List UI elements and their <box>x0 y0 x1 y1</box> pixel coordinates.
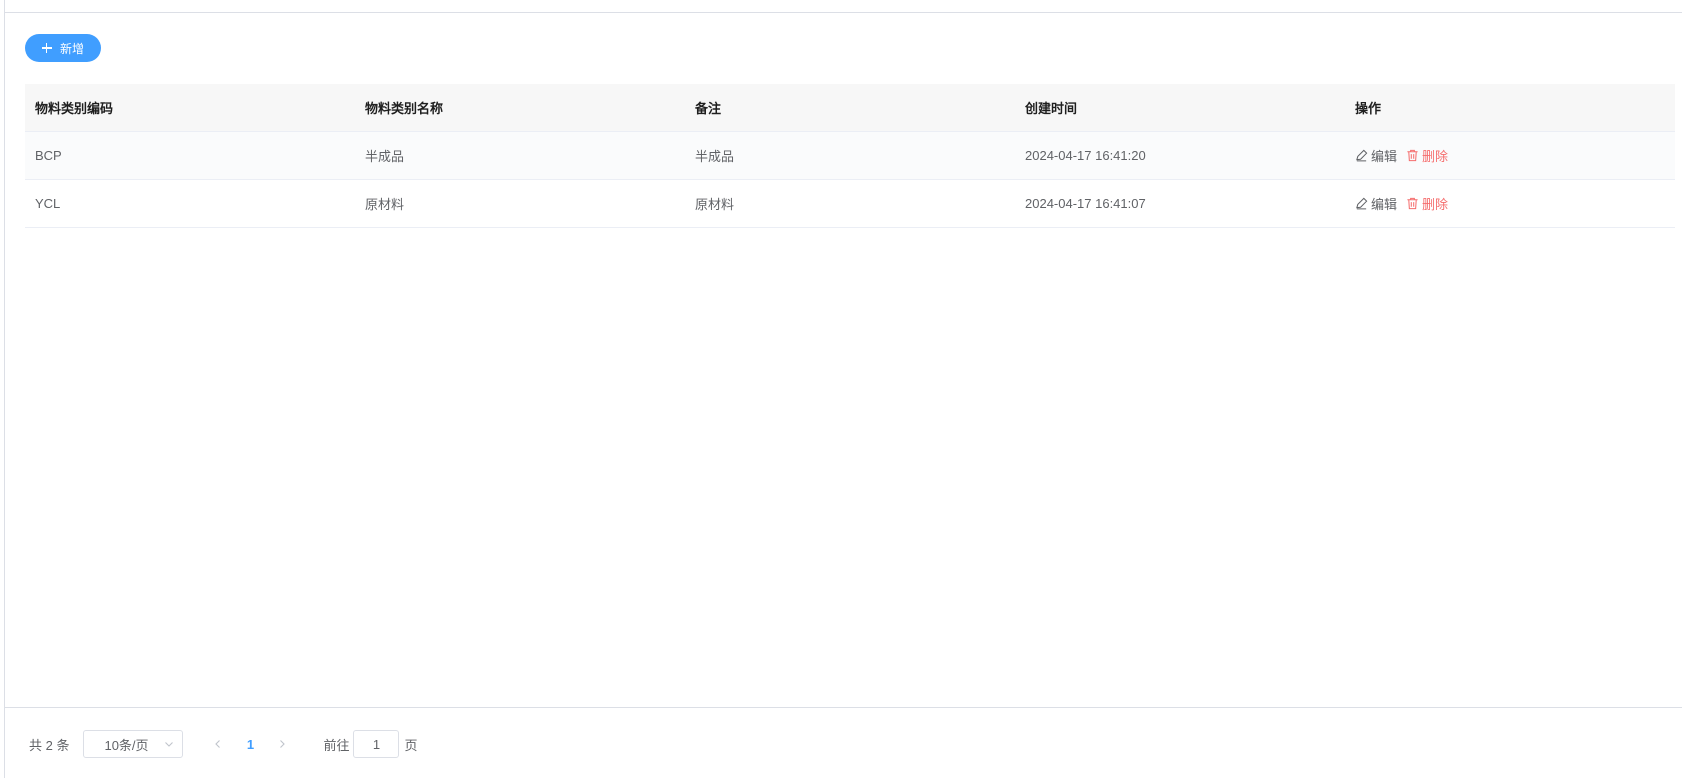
edit-label: 编辑 <box>1371 197 1398 212</box>
cell-remark: 原材料 <box>695 197 735 212</box>
goto-prefix: 前往 <box>323 737 350 753</box>
cell-created: 2024-04-17 16:41:07 <box>1025 196 1146 211</box>
cell-created: 2024-04-17 16:41:20 <box>1025 148 1146 163</box>
material-category-table: 物料类别编码 物料类别名称 备注 创建时间 操作 BCP 半成品 半成品 202… <box>25 84 1675 228</box>
table-row: BCP 半成品 半成品 2024-04-17 16:41:20 编辑 删除 <box>25 132 1675 180</box>
cell-name: 半成品 <box>365 149 405 164</box>
table-header: 物料类别编码 物料类别名称 备注 创建时间 操作 <box>25 84 1675 132</box>
delete-label: 删除 <box>1422 197 1449 212</box>
delete-icon <box>1407 149 1418 162</box>
page: 新增 物料类别编码 物料类别名称 备注 创建时间 操作 BCP 半成品 半成品 … <box>0 0 1682 778</box>
toolbar: 新增 <box>25 34 101 62</box>
add-button-label: 新增 <box>59 41 84 56</box>
cell-name: 原材料 <box>365 197 405 212</box>
edit-label: 编辑 <box>1371 149 1398 164</box>
pagination: 共 2 条 10条/页 1 前往 页 <box>29 730 418 758</box>
prev-page-button[interactable] <box>205 730 231 758</box>
cell-remark: 半成品 <box>695 149 735 164</box>
plus-icon <box>41 43 52 53</box>
page-size-value: 10条/页 <box>104 737 149 753</box>
edit-icon <box>1356 197 1368 210</box>
add-button[interactable]: 新增 <box>25 34 101 62</box>
left-border <box>0 0 5 778</box>
column-header-name: 物料类别名称 <box>365 101 444 116</box>
page-number[interactable]: 1 <box>231 730 269 758</box>
chevron-right-icon <box>280 740 286 748</box>
edit-button[interactable]: 编辑 <box>1355 194 1397 213</box>
delete-button[interactable]: 删除 <box>1406 194 1448 213</box>
cell-code: YCL <box>35 196 61 211</box>
delete-button[interactable]: 删除 <box>1406 146 1448 165</box>
column-header-remark: 备注 <box>695 101 722 116</box>
chevron-left-icon <box>215 740 221 748</box>
next-page-button[interactable] <box>269 730 295 758</box>
page-size-select[interactable]: 10条/页 <box>83 730 184 758</box>
top-divider <box>5 12 1682 13</box>
cell-actions: 编辑 删除 <box>1345 194 1675 213</box>
cell-code: BCP <box>35 148 62 163</box>
edit-button[interactable]: 编辑 <box>1355 146 1397 165</box>
footer-divider <box>5 707 1682 708</box>
goto-page-input[interactable] <box>353 730 400 758</box>
delete-label: 删除 <box>1422 149 1449 164</box>
chevron-down-icon <box>165 742 174 747</box>
column-header-created: 创建时间 <box>1025 101 1078 116</box>
delete-icon <box>1407 197 1418 210</box>
column-header-code: 物料类别编码 <box>35 101 114 116</box>
table-row: YCL 原材料 原材料 2024-04-17 16:41:07 编辑 删除 <box>25 180 1675 228</box>
cell-actions: 编辑 删除 <box>1345 146 1675 165</box>
column-header-actions: 操作 <box>1355 101 1382 116</box>
goto-suffix: 页 <box>404 737 418 753</box>
edit-icon <box>1356 149 1368 162</box>
total-count: 共 2 条 <box>29 737 70 753</box>
